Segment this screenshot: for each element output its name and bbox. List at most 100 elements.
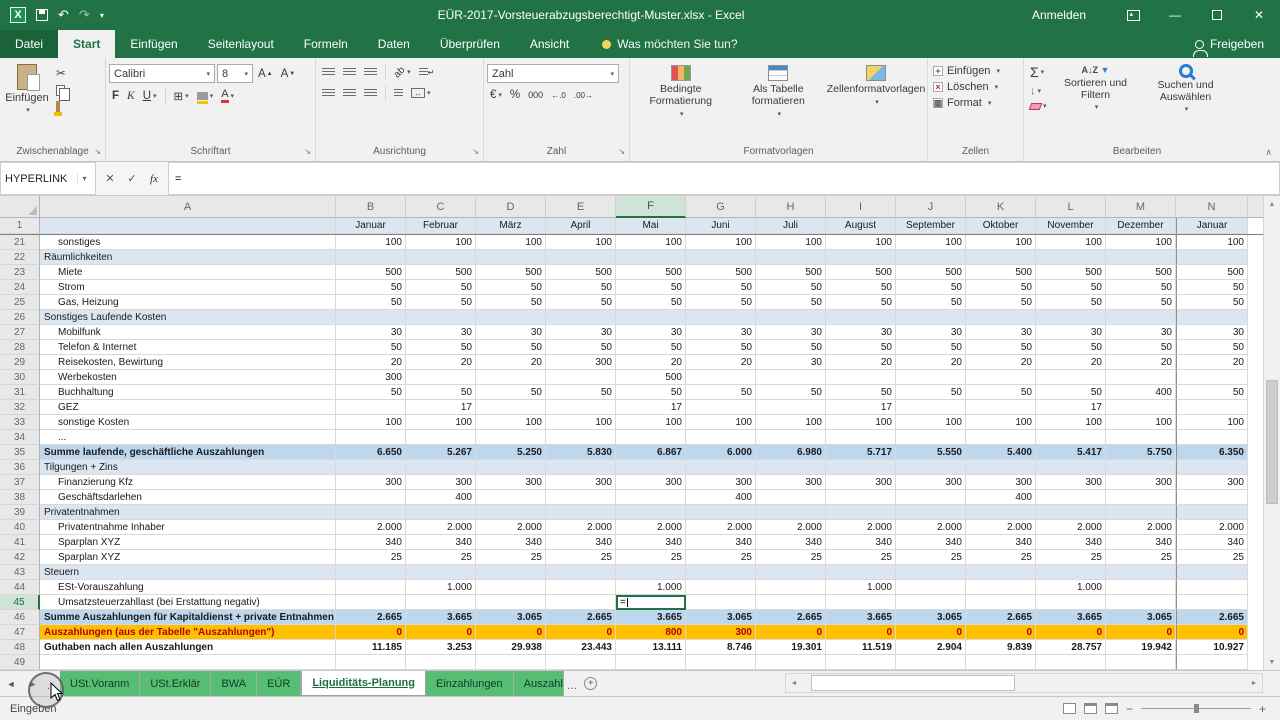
cell-J44[interactable] [896, 580, 966, 595]
cell-L25[interactable]: 50 [1036, 295, 1106, 310]
cell-L1[interactable]: November [1036, 218, 1106, 234]
cell-F27[interactable]: 30 [616, 325, 686, 340]
align-bottom-button[interactable] [361, 67, 380, 78]
formula-input[interactable]: = [169, 162, 1280, 195]
horizontal-scroll-thumb[interactable] [811, 675, 1015, 691]
cell-F48[interactable]: 13.111 [616, 640, 686, 655]
sheet-tab-ust-erklaer[interactable]: USt.Erklär [140, 671, 211, 696]
underline-button[interactable]: U▾ [140, 89, 160, 103]
cell-D28[interactable]: 50 [476, 340, 546, 355]
column-header-K[interactable]: K [966, 196, 1036, 218]
cell-E37[interactable]: 300 [546, 475, 616, 490]
confirm-entry-button[interactable]: ✓ [122, 172, 142, 185]
cell-J30[interactable] [896, 370, 966, 385]
cell-D39[interactable] [476, 505, 546, 520]
cell-F34[interactable] [616, 430, 686, 445]
undo-icon[interactable]: ↶ [58, 7, 69, 23]
cell-F29[interactable]: 20 [616, 355, 686, 370]
ribbon-display-options-button[interactable] [1112, 0, 1154, 30]
cell-N46[interactable]: 2.665 [1176, 610, 1248, 625]
cell-H46[interactable]: 2.665 [756, 610, 826, 625]
cell-K24[interactable]: 50 [966, 280, 1036, 295]
cell-H49[interactable] [756, 655, 826, 670]
cell-L42[interactable]: 25 [1036, 550, 1106, 565]
cell-H45[interactable] [756, 595, 826, 610]
cell-M32[interactable] [1106, 400, 1176, 415]
cell-F23[interactable]: 500 [616, 265, 686, 280]
cell-M45[interactable] [1106, 595, 1176, 610]
wrap-text-button[interactable]: ↵ [416, 67, 438, 78]
cell-M38[interactable] [1106, 490, 1176, 505]
row-header-41[interactable]: 41 [0, 535, 40, 550]
cell-N32[interactable] [1176, 400, 1248, 415]
scroll-up-icon[interactable]: ▲ [1264, 196, 1280, 212]
cell-B22[interactable] [336, 250, 406, 265]
cell-F22[interactable] [616, 250, 686, 265]
cell-G32[interactable] [686, 400, 756, 415]
cell-E23[interactable]: 500 [546, 265, 616, 280]
normal-view-icon[interactable] [1063, 703, 1076, 714]
cell-K26[interactable] [966, 310, 1036, 325]
cell-E42[interactable]: 25 [546, 550, 616, 565]
vertical-scroll-thumb[interactable] [1266, 380, 1278, 504]
cell-C49[interactable] [406, 655, 476, 670]
column-header-L[interactable]: L [1036, 196, 1106, 218]
row-header-32[interactable]: 32 [0, 400, 40, 415]
column-header-J[interactable]: J [896, 196, 966, 218]
scroll-right-icon[interactable]: ► [1246, 680, 1262, 687]
cell-C44[interactable]: 1.000 [406, 580, 476, 595]
cell-F43[interactable] [616, 565, 686, 580]
cell-G33[interactable]: 100 [686, 415, 756, 430]
cell-E44[interactable] [546, 580, 616, 595]
cell-D24[interactable]: 50 [476, 280, 546, 295]
cell-C38[interactable]: 400 [406, 490, 476, 505]
row-header-30[interactable]: 30 [0, 370, 40, 385]
delete-cells-button[interactable]: ×Löschen▾ [931, 80, 1020, 94]
cell-C43[interactable] [406, 565, 476, 580]
cell-I40[interactable]: 2.000 [826, 520, 896, 535]
cell-I25[interactable]: 50 [826, 295, 896, 310]
column-header-D[interactable]: D [476, 196, 546, 218]
cell-G46[interactable]: 3.065 [686, 610, 756, 625]
increase-decimal-button[interactable]: ←.0 [548, 90, 569, 101]
cell-L23[interactable]: 500 [1036, 265, 1106, 280]
cancel-entry-button[interactable]: ✕ [100, 172, 120, 185]
cell-N1[interactable]: Januar [1176, 218, 1248, 234]
horizontal-scrollbar[interactable]: ◄ ► [785, 673, 1263, 693]
cell-F46[interactable]: 3.665 [616, 610, 686, 625]
cell-I32[interactable]: 17 [826, 400, 896, 415]
cell-M44[interactable] [1106, 580, 1176, 595]
cell-D21[interactable]: 100 [476, 235, 546, 250]
cell-F33[interactable]: 100 [616, 415, 686, 430]
cell-G1[interactable]: Juni [686, 218, 756, 234]
zoom-out-icon[interactable]: − [1126, 702, 1133, 716]
row-header-35[interactable]: 35 [0, 445, 40, 460]
cell-C47[interactable]: 0 [406, 625, 476, 640]
cell-C37[interactable]: 300 [406, 475, 476, 490]
cell-M23[interactable]: 500 [1106, 265, 1176, 280]
cell-A49[interactable] [40, 655, 336, 670]
cell-L32[interactable]: 17 [1036, 400, 1106, 415]
cell-A35[interactable]: Summe laufende, geschäftliche Auszahlung… [40, 445, 336, 460]
scroll-left-icon[interactable]: ◄ [786, 680, 802, 687]
row-header-21[interactable]: 21 [0, 235, 40, 250]
cell-J24[interactable]: 50 [896, 280, 966, 295]
cell-G22[interactable] [686, 250, 756, 265]
font-size-select[interactable]: 8▾ [217, 64, 253, 83]
column-header-F[interactable]: F [616, 196, 686, 218]
row-header-28[interactable]: 28 [0, 340, 40, 355]
column-header-H[interactable]: H [756, 196, 826, 218]
cell-N25[interactable]: 50 [1176, 295, 1248, 310]
cell-A22[interactable]: Räumlichkeiten [40, 250, 336, 265]
cell-N47[interactable]: 0 [1176, 625, 1248, 640]
cell-K42[interactable]: 25 [966, 550, 1036, 565]
cell-I38[interactable] [826, 490, 896, 505]
cell-L29[interactable]: 20 [1036, 355, 1106, 370]
cell-I31[interactable]: 50 [826, 385, 896, 400]
cell-M29[interactable]: 20 [1106, 355, 1176, 370]
cell-G38[interactable]: 400 [686, 490, 756, 505]
cell-C31[interactable]: 50 [406, 385, 476, 400]
cell-A1[interactable] [40, 218, 336, 234]
cell-B40[interactable]: 2.000 [336, 520, 406, 535]
cell-G48[interactable]: 8.746 [686, 640, 756, 655]
